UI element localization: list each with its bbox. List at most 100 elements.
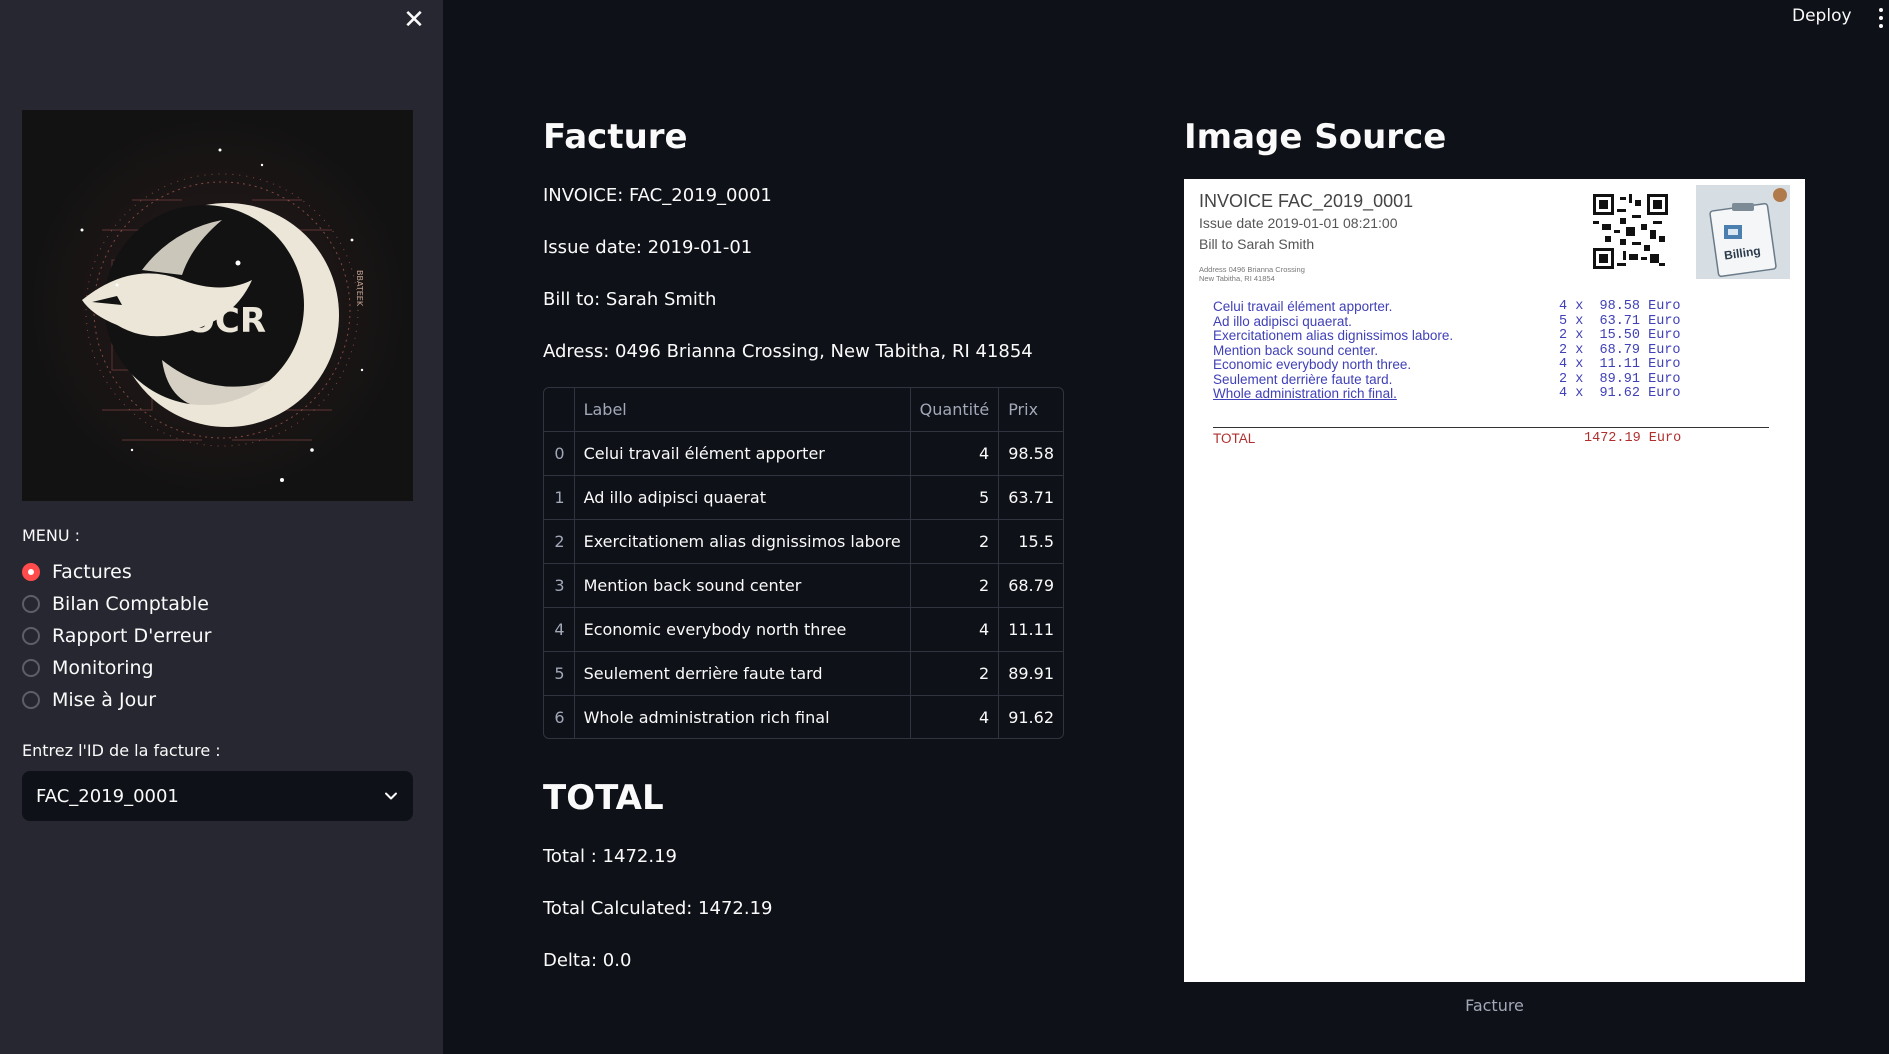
cell-label[interactable]: Whole administration rich final — [573, 695, 911, 738]
cell-quantite[interactable]: 2 — [909, 519, 1000, 564]
issue-date: Issue date: 2019-01-01 — [543, 237, 753, 258]
cell-prix[interactable]: 15.5 — [998, 519, 1063, 564]
invoice-image-date: Issue date 2019-01-01 08:21:00 — [1199, 215, 1398, 231]
invoice-image-line-qty: 2 x 68.79 Euro — [1559, 342, 1681, 358]
cell-quantite[interactable]: 4 — [909, 607, 1000, 652]
table-header-row: Label Quantité Prix — [544, 388, 1063, 432]
image-caption: Facture — [1465, 996, 1524, 1015]
table-row: 2 Exercitationem alias dignissimos labor… — [544, 519, 1063, 564]
qr-code-icon — [1593, 194, 1668, 269]
cell-label[interactable]: Celui travail élément apporter — [573, 431, 911, 476]
invoice-number: INVOICE: FAC_2019_0001 — [543, 185, 772, 206]
invoice-image-total-label: TOTAL — [1213, 431, 1256, 446]
menu-item-label: Mise à Jour — [52, 689, 157, 711]
invoice-image-line-qty: 5 x 63.71 Euro — [1559, 313, 1681, 329]
table-row: 6 Whole administration rich final 4 91.6… — [544, 695, 1063, 738]
row-index: 5 — [544, 651, 575, 696]
row-index: 4 — [544, 607, 575, 652]
invoice-image-line-label: Mention back sound center. — [1213, 342, 1379, 358]
invoice-image-total-value: 1472.19 Euro — [1584, 431, 1682, 446]
invoice-id-value: FAC_2019_0001 — [36, 785, 179, 807]
close-icon: ✕ — [403, 5, 425, 35]
cell-prix[interactable]: 63.71 — [998, 475, 1063, 520]
row-index: 1 — [544, 475, 575, 520]
cell-prix[interactable]: 91.62 — [998, 695, 1063, 738]
invoice-items-table[interactable]: Label Quantité Prix 0 Celui travail élém… — [543, 387, 1064, 739]
chevron-down-icon — [385, 792, 397, 800]
radio-selected-icon — [22, 563, 40, 581]
invoice-image-line-qty: 2 x 89.91 Euro — [1559, 371, 1681, 387]
invoice-id-label: Entrez l'ID de la facture : — [22, 741, 221, 760]
column-header-quantite[interactable]: Quantité — [909, 388, 1000, 432]
invoice-image-line-label: Exercitationem alias dignissimos labore. — [1213, 328, 1454, 343]
invoice-source-image: INVOICE FAC_2019_0001 Issue date 2019-01… — [1184, 179, 1805, 982]
logo-side-text: BBATEEK — [355, 270, 364, 307]
invoice-image-line-qty: 2 x 15.50 Euro — [1559, 328, 1681, 343]
table-row: 3 Mention back sound center 2 68.79 — [544, 563, 1063, 608]
ocr-logo-icon: OCR BBATEEK — [22, 110, 413, 501]
invoice-image-line-qty: 4 x 91.62 Euro — [1559, 386, 1681, 401]
app-logo: OCR BBATEEK — [22, 110, 413, 501]
invoice-image-total-rule — [1213, 427, 1769, 428]
cell-prix[interactable]: 98.58 — [998, 431, 1063, 476]
invoice-image-title: INVOICE FAC_2019_0001 — [1199, 191, 1414, 211]
row-index: 2 — [544, 519, 575, 564]
total-value: Total : 1472.19 — [543, 846, 677, 867]
facture-title: Facture — [543, 117, 688, 157]
menu-item-mise-a-jour[interactable]: Mise à Jour — [22, 684, 211, 716]
invoice-image-bill-to: Bill to Sarah Smith — [1199, 236, 1315, 252]
cell-label[interactable]: Ad illo adipisci quaerat — [573, 475, 911, 520]
cell-quantite[interactable]: 2 — [909, 651, 1000, 696]
menu-item-factures[interactable]: Factures — [22, 556, 211, 588]
row-index: 0 — [544, 431, 575, 476]
radio-icon — [22, 659, 40, 677]
invoice-image-line-label: Seulement derrière faute tard. — [1213, 371, 1393, 387]
invoice-image-address: Address 0496 Brianna Crossing New Tabith… — [1199, 265, 1305, 283]
column-header-index[interactable] — [544, 388, 575, 432]
address: Adress: 0496 Brianna Crossing, New Tabit… — [543, 341, 1033, 362]
deploy-button[interactable]: Deploy — [1792, 6, 1852, 26]
radio-icon — [22, 595, 40, 613]
logo-ocr-text: OCR — [186, 301, 266, 341]
menu-item-monitoring[interactable]: Monitoring — [22, 652, 211, 684]
invoice-image-address-line1: Address 0496 Brianna Crossing — [1199, 265, 1305, 274]
radio-icon — [22, 627, 40, 645]
menu-radio-group: Factures Bilan Comptable Rapport D'erreu… — [22, 556, 211, 716]
invoice-image-line-label: Whole administration rich final. — [1213, 386, 1397, 401]
total-calculated: Total Calculated: 1472.19 — [543, 898, 773, 919]
billing-logo-image: Billing — [1696, 185, 1790, 279]
total-title: TOTAL — [543, 778, 664, 818]
menu-label: MENU : — [22, 526, 81, 545]
column-header-prix[interactable]: Prix — [998, 388, 1063, 432]
table-row: 4 Economic everybody north three 4 11.11 — [544, 607, 1063, 652]
cell-label[interactable]: Economic everybody north three — [573, 607, 911, 652]
cell-quantite[interactable]: 4 — [909, 431, 1000, 476]
cell-quantite[interactable]: 5 — [909, 475, 1000, 520]
main-menu-kebab-icon[interactable] — [1876, 6, 1886, 30]
cell-quantite[interactable]: 4 — [909, 695, 1000, 738]
cell-label[interactable]: Exercitationem alias dignissimos labore — [573, 519, 911, 564]
invoice-image-line-label: Economic everybody north three. — [1213, 357, 1412, 372]
invoice-image-address-line2: New Tabitha, RI 41854 — [1199, 274, 1275, 283]
table-row: 5 Seulement derrière faute tard 2 89.91 — [544, 651, 1063, 696]
cell-prix[interactable]: 11.11 — [998, 607, 1063, 652]
menu-item-label: Factures — [52, 561, 132, 583]
radio-icon — [22, 691, 40, 709]
invoice-image-line-qty: 4 x 98.58 Euro — [1559, 299, 1681, 314]
cell-label[interactable]: Mention back sound center — [573, 563, 911, 608]
cell-prix[interactable]: 89.91 — [998, 651, 1063, 696]
cell-label[interactable]: Seulement derrière faute tard — [573, 651, 911, 696]
invoice-image-line-label: Celui travail élément apporter. — [1213, 299, 1393, 314]
image-source-title: Image Source — [1184, 117, 1447, 157]
close-sidebar-button[interactable]: ✕ — [400, 6, 428, 34]
cell-prix[interactable]: 68.79 — [998, 563, 1063, 608]
invoice-id-select[interactable]: FAC_2019_0001 — [22, 771, 413, 821]
column-header-label[interactable]: Label — [573, 388, 911, 432]
table-row: 0 Celui travail élément apporter 4 98.58 — [544, 431, 1063, 476]
cell-quantite[interactable]: 2 — [909, 563, 1000, 608]
menu-item-rapport-erreur[interactable]: Rapport D'erreur — [22, 620, 211, 652]
menu-item-bilan-comptable[interactable]: Bilan Comptable — [22, 588, 211, 620]
bill-to: Bill to: Sarah Smith — [543, 289, 717, 310]
sidebar: ✕ OCR BBATEEK MENU: Factures Bilan Comp… — [0, 0, 443, 1054]
menu-item-label: Rapport D'erreur — [52, 625, 212, 647]
